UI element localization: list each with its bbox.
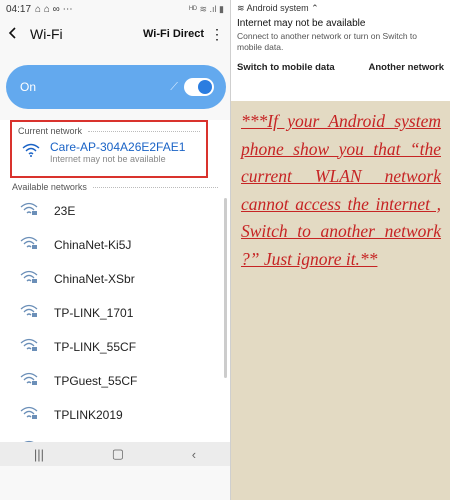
wifi-direct-button[interactable]: Wi-Fi Direct	[143, 28, 204, 40]
page-title: Wi-Fi	[30, 26, 63, 42]
divider	[88, 130, 200, 132]
navigation-bar: ||| ▢ ‹	[0, 442, 230, 466]
status-system-icons: ᴴᴰ ≋ .ıl ▮	[189, 3, 224, 14]
network-list-item[interactable]: TP-LINK_1701	[0, 296, 230, 330]
switch-to-mobile-data-button[interactable]: Switch to mobile data	[237, 62, 335, 73]
another-network-button[interactable]: Another network	[369, 62, 444, 73]
network-name: 23E	[54, 204, 76, 218]
available-networks-header: Available networks	[0, 178, 230, 194]
network-list-item[interactable]: ChinaNet-Ki5J	[0, 228, 230, 262]
chevron-left-icon[interactable]	[6, 24, 24, 45]
wifi-toggle-switch[interactable]	[184, 78, 214, 96]
network-list-item[interactable]: TPLINK2019	[0, 398, 230, 432]
network-list: Current network Care-AP-304A26E2FAE1 Int…	[0, 120, 230, 456]
notification-title: Internet may not be available	[237, 18, 366, 29]
network-name: TP-LINK_1701	[54, 306, 134, 320]
wifi-locked-icon	[20, 304, 38, 323]
status-bar: 04:17 ⌂ ⌂ ∞ ⋯ ᴴᴰ ≋ .ıl ▮	[0, 0, 230, 18]
wifi-on-label: On	[20, 80, 37, 94]
notification-actions: Switch to mobile data Another network	[237, 62, 444, 73]
current-network-header: Current network	[12, 122, 206, 136]
available-networks-label: Available networks	[12, 182, 87, 192]
network-name: TP-LINK_55CF	[54, 340, 137, 354]
current-network-box: Current network Care-AP-304A26E2FAE1 Int…	[10, 120, 208, 178]
current-network-name: Care-AP-304A26E2FAE1	[50, 140, 186, 154]
wifi-locked-icon	[20, 270, 38, 289]
status-notification-icons: ⌂ ⌂ ∞ ⋯	[35, 3, 73, 15]
wifi-icon	[22, 143, 40, 162]
instruction-note: ***If your Android system phone show you…	[241, 111, 441, 269]
divider	[92, 186, 218, 188]
network-list-item[interactable]: TPGuest_55CF	[0, 364, 230, 398]
toggle-knob	[198, 80, 212, 94]
network-name: ChinaNet-Ki5J	[54, 238, 132, 252]
wifi-locked-icon	[20, 338, 38, 357]
network-list-item[interactable]: ChinaNet-XSbr	[0, 262, 230, 296]
instruction-panel: ≋ Android system ⌃ Internet may not be a…	[231, 0, 450, 500]
current-network-item[interactable]: Care-AP-304A26E2FAE1 Internet may not be…	[12, 136, 206, 168]
network-list-item[interactable]: TP-LINK_55CF	[0, 330, 230, 364]
notification-source: Android system	[246, 3, 309, 13]
check-icon: ⟋	[170, 80, 178, 93]
wifi-locked-icon	[20, 372, 38, 391]
back-button[interactable]: ‹	[192, 447, 196, 462]
wifi-locked-icon	[20, 406, 38, 425]
recents-button[interactable]: |||	[34, 447, 44, 462]
current-network-status: Internet may not be available	[50, 154, 166, 164]
wifi-settings-screen: 04:17 ⌂ ⌂ ∞ ⋯ ᴴᴰ ≋ .ıl ▮ Wi-Fi Wi-Fi Dir…	[0, 0, 231, 500]
android-notification: ≋ Android system ⌃ Internet may not be a…	[231, 0, 450, 101]
available-networks: Available networks 23E ChinaNet-Ki5J China…	[0, 178, 230, 466]
chevron-up-icon[interactable]: ⌃	[311, 3, 319, 13]
home-button[interactable]: ▢	[112, 446, 124, 462]
wifi-locked-icon	[20, 236, 38, 255]
more-vertical-icon[interactable]: ⋮	[210, 26, 224, 43]
network-list-item[interactable]: 23E	[0, 194, 230, 228]
scrollbar[interactable]	[224, 198, 227, 378]
wifi-locked-icon	[20, 202, 38, 221]
notification-header: ≋ Android system ⌃	[237, 3, 444, 14]
network-name: TPLINK2019	[54, 408, 123, 422]
current-network-label: Current network	[18, 126, 83, 136]
notification-body: Connect to another network or turn on Sw…	[237, 31, 418, 52]
wifi-toggle-bar[interactable]: On ⟋	[6, 65, 226, 109]
wifi-icon: ≋	[237, 3, 245, 13]
status-time: 04:17	[6, 3, 32, 15]
app-header: Wi-Fi Wi-Fi Direct ⋮	[0, 18, 230, 50]
network-name: TPGuest_55CF	[54, 374, 138, 388]
network-name: ChinaNet-XSbr	[54, 272, 135, 286]
